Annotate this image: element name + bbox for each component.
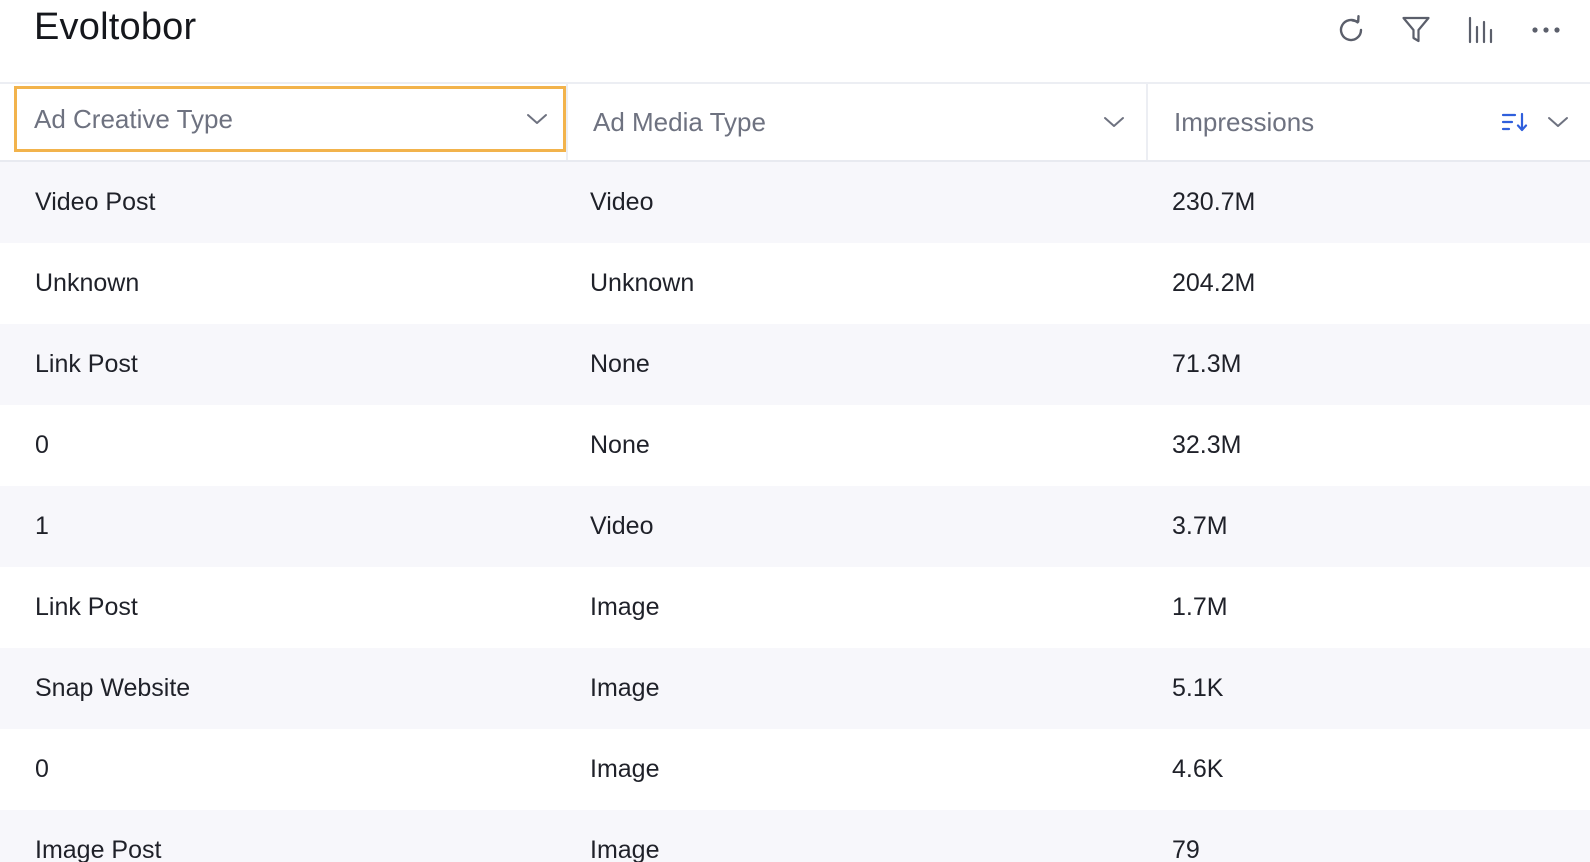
column-header-ad-creative-type[interactable]: Ad Creative Type [14,86,566,152]
more-icon [1532,27,1560,33]
cell-impressions: 79 [1172,836,1200,862]
chevron-down-icon[interactable] [1546,110,1570,134]
cell-ad-media-type: Image [590,836,660,862]
cell-ad-media-type: Image [590,674,660,702]
chevron-down-icon[interactable] [1102,110,1126,134]
table-row[interactable]: Video Post Video 230.7M [0,162,1590,243]
cell-ad-media-type: Image [590,755,660,783]
table-row[interactable]: Link Post Image 1.7M [0,567,1590,648]
chart-button[interactable] [1459,8,1503,52]
table-row[interactable]: Image Post Image 79 [0,810,1590,862]
more-button[interactable] [1524,8,1568,52]
cell-ad-media-type: None [590,431,650,459]
cell-ad-creative-type: Link Post [35,593,138,621]
table-row[interactable]: 0 None 32.3M [0,405,1590,486]
cell-ad-media-type: Video [590,188,654,216]
filter-button[interactable] [1394,8,1438,52]
cell-impressions: 204.2M [1172,269,1256,297]
cell-impressions: 5.1K [1172,674,1224,702]
cell-ad-media-type: None [590,350,650,378]
toolbar [1308,8,1568,52]
column-header-label: Ad Creative Type [34,103,233,134]
header: Evoltobor [0,0,1590,84]
cell-ad-creative-type: 0 [35,755,49,783]
cell-ad-creative-type: Link Post [35,350,138,378]
app-window: Evoltobor Ad Creative Type Ad Media Type… [0,0,1590,862]
table-body: Video Post Video 230.7M Unknown Unknown … [0,162,1590,862]
cell-impressions: 1.7M [1172,593,1228,621]
filter-icon [1402,16,1430,43]
cell-ad-creative-type: Unknown [35,269,140,297]
refresh-icon [1339,15,1363,42]
cell-ad-media-type: Image [590,593,660,621]
column-header-ad-media-type[interactable]: Ad Media Type [566,84,1146,160]
cell-ad-creative-type: Image Post [35,836,162,862]
chart-bars-icon [1468,16,1493,44]
column-header-impressions[interactable]: Impressions [1146,84,1590,160]
table-row[interactable]: Link Post None 71.3M [0,324,1590,405]
cell-impressions: 4.6K [1172,755,1224,783]
cell-ad-creative-type: Snap Website [35,674,191,702]
table-row[interactable]: Unknown Unknown 204.2M [0,243,1590,324]
cell-impressions: 71.3M [1172,350,1242,378]
cell-impressions: 32.3M [1172,431,1242,459]
sort-descending-icon[interactable] [1500,110,1530,134]
cell-ad-creative-type: 1 [35,512,49,540]
column-header-label: Ad Media Type [593,106,766,137]
page-title: Evoltobor [34,6,197,48]
table-row[interactable]: 0 Image 4.6K [0,729,1590,810]
table-row[interactable]: 1 Video 3.7M [0,486,1590,567]
column-header-row: Ad Creative Type Ad Media Type Impressio… [0,84,1590,162]
cell-ad-media-type: Unknown [590,269,695,297]
table-row[interactable]: Snap Website Image 5.1K [0,648,1590,729]
chevron-down-icon[interactable] [525,107,549,131]
cell-ad-creative-type: Video Post [35,188,156,216]
cell-ad-media-type: Video [590,512,654,540]
cell-impressions: 3.7M [1172,512,1228,540]
column-header-label: Impressions [1174,106,1315,137]
refresh-button[interactable] [1329,8,1373,52]
cell-impressions: 230.7M [1172,188,1256,216]
cell-ad-creative-type: 0 [35,431,49,459]
